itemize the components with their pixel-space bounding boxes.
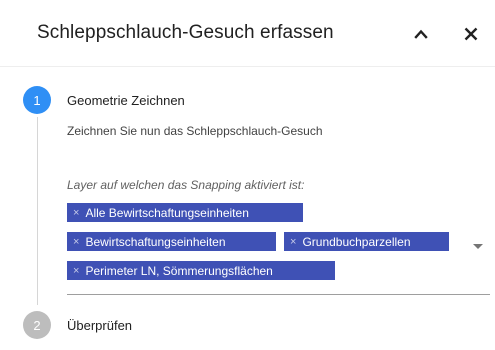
draw-instruction: Zeichnen Sie nun das Schleppschlauch-Ges… [67,124,323,138]
step-1-number[interactable]: 1 [23,86,51,114]
step-connector [37,117,38,305]
step-2-number[interactable]: 2 [23,311,51,339]
stepper-panel: Schleppschlauch-Gesuch erfassen 1 Geomet… [0,0,495,350]
snapping-chip-alle-bewirtschaftungseinheiten[interactable]: × Alle Bewirtschaftungseinheiten [67,203,303,222]
step-1-label[interactable]: Geometrie Zeichnen [67,93,185,108]
chip-remove-icon[interactable]: × [290,236,296,248]
close-icon [464,27,478,41]
close-button[interactable] [457,20,485,48]
snapping-layers-label: Layer auf welchen das Snapping aktiviert… [67,178,305,192]
collapse-button[interactable] [407,20,435,48]
snapping-chip-perimeter-ln[interactable]: × Perimeter LN, Sömmerungsflächen [67,261,335,280]
layer-select-underline [67,294,490,295]
chip-label: Alle Bewirtschaftungseinheiten [85,205,249,220]
step-2-label[interactable]: Überprüfen [67,318,132,333]
chip-remove-icon[interactable]: × [73,265,79,277]
panel-title: Schleppschlauch-Gesuch erfassen [37,22,334,43]
chip-label: Perimeter LN, Sömmerungsflächen [85,263,273,278]
panel-header: Schleppschlauch-Gesuch erfassen [0,0,495,67]
snapping-chip-bewirtschaftungseinheiten[interactable]: × Bewirtschaftungseinheiten [67,232,276,251]
chip-label: Bewirtschaftungseinheiten [85,234,226,249]
chip-label: Grundbuchparzellen [302,234,411,249]
snapping-chip-grundbuchparzellen[interactable]: × Grundbuchparzellen [284,232,449,251]
layer-select-dropdown-icon[interactable] [473,244,483,249]
chip-remove-icon[interactable]: × [73,236,79,248]
chip-remove-icon[interactable]: × [73,207,79,219]
chevron-up-icon [414,29,428,39]
